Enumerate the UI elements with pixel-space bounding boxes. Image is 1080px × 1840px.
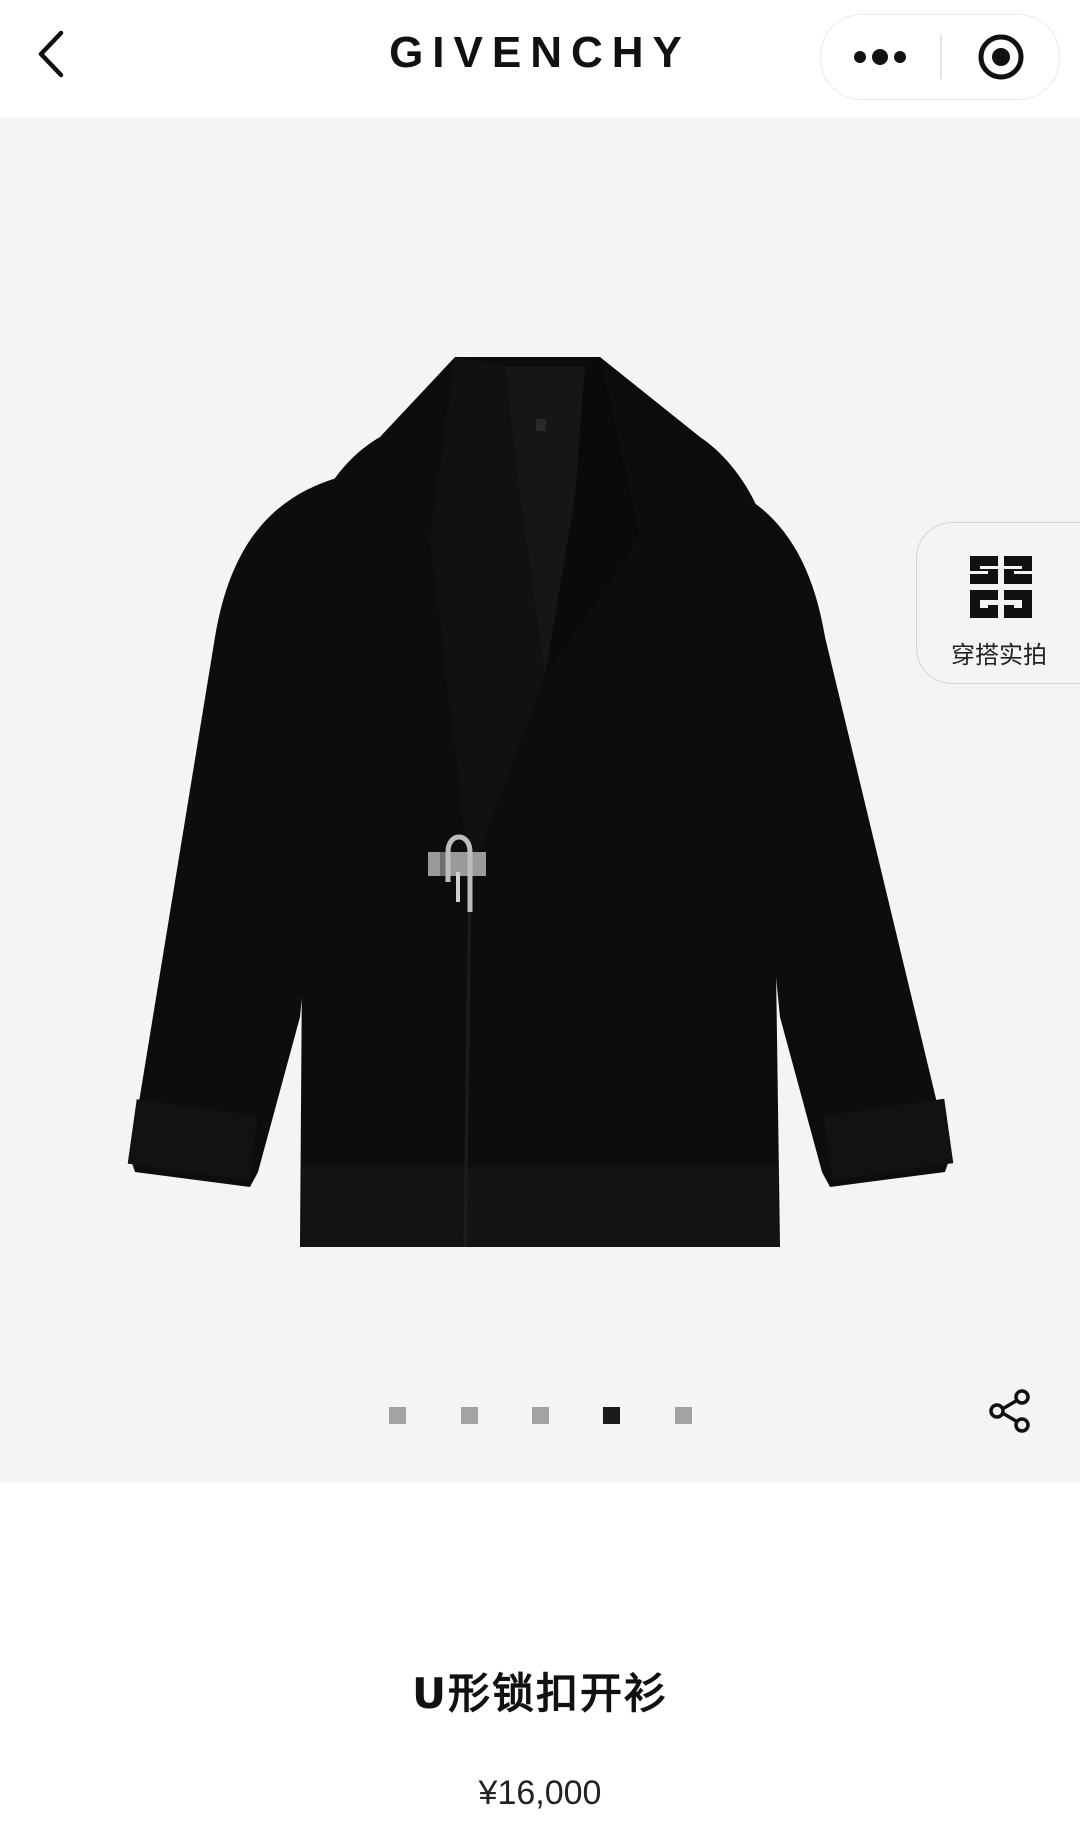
top-nav-bar: GIVENCHY	[0, 0, 1080, 117]
carousel-dot-3[interactable]	[532, 1407, 549, 1424]
target-circle-icon	[978, 34, 1023, 80]
more-dots-icon	[854, 49, 906, 65]
4g-monogram-icon	[970, 556, 1032, 618]
mini-program-capsule	[820, 14, 1060, 100]
carousel-dot-5[interactable]	[675, 1407, 692, 1424]
lookbook-label: 穿搭实拍	[951, 641, 1047, 669]
share-button[interactable]	[978, 1379, 1042, 1443]
product-info: U形锁扣开衫 ¥16,000	[0, 1482, 1080, 1840]
carousel-pagination	[0, 1407, 1080, 1427]
carousel-dot-1[interactable]	[389, 1407, 406, 1424]
carousel-dot-4[interactable]	[603, 1407, 620, 1424]
carousel-dot-2[interactable]	[461, 1407, 478, 1424]
share-icon	[989, 1389, 1030, 1433]
product-price: ¥16,000	[478, 1774, 602, 1812]
lookbook-button[interactable]: 穿搭实拍	[916, 522, 1080, 684]
product-image-carousel[interactable]: 穿搭实拍	[0, 117, 1080, 1482]
close-mini-program-button[interactable]	[942, 15, 1059, 99]
product-title: U形锁扣开衫	[411, 1669, 669, 1718]
more-button[interactable]	[821, 15, 939, 99]
product-image	[127, 357, 954, 1248]
